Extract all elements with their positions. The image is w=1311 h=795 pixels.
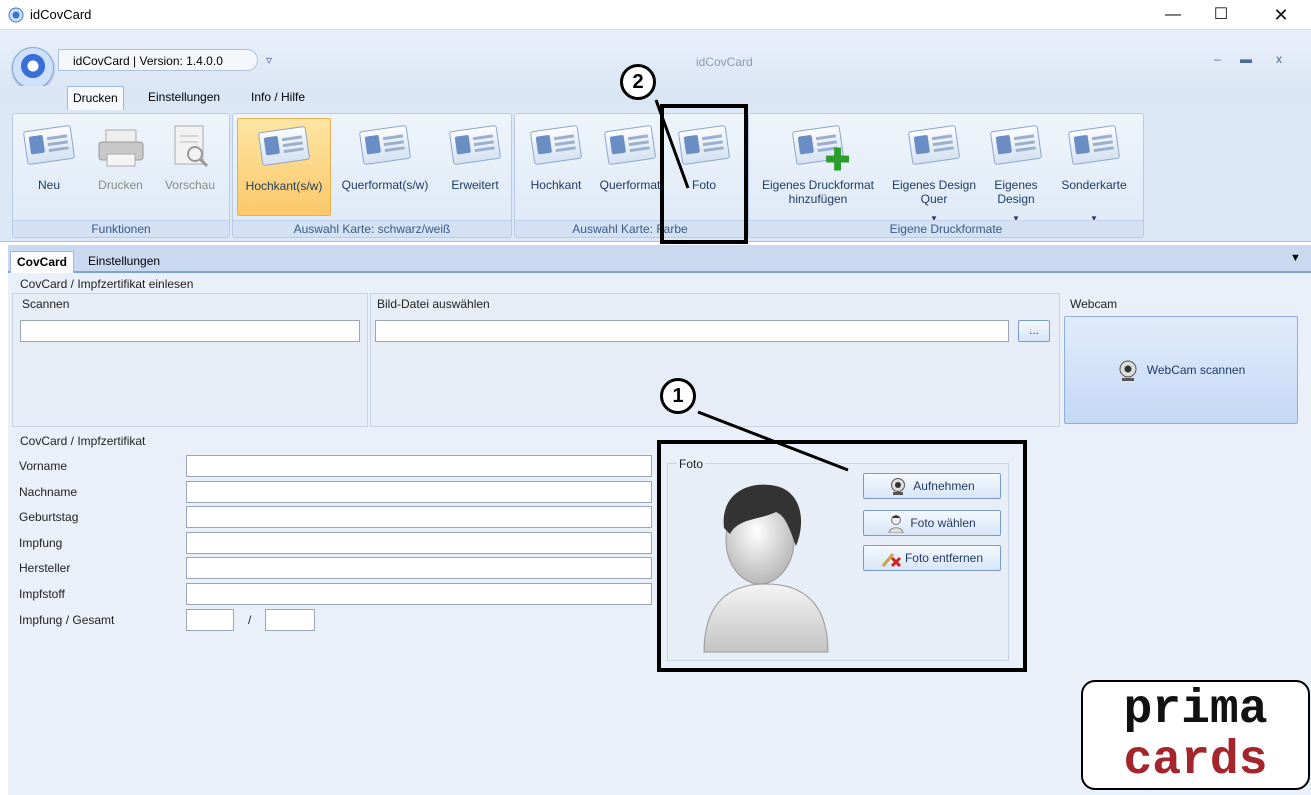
window-titlebar: idCovCard — ☐ ✕ [0, 0, 1311, 30]
impfung-input[interactable] [186, 532, 652, 554]
querformat-button[interactable]: Querformat [593, 118, 667, 216]
id-card-icon [257, 125, 311, 167]
document-tabbar: CovCard Einstellungen ▼ [8, 245, 1311, 273]
impfstoff-input[interactable] [186, 583, 652, 605]
logo-line-2: cards [1123, 734, 1268, 788]
id-card-icon [529, 124, 583, 166]
webcam-icon [1117, 360, 1139, 382]
impfung-nummer-input[interactable] [186, 609, 234, 631]
bild-datei-input[interactable] [375, 320, 1009, 342]
webcam-scannen-button[interactable]: WebCam scannen [1064, 316, 1298, 424]
preview-icon [174, 125, 209, 168]
qat-dropdown-icon[interactable]: ▿ [266, 53, 272, 67]
geburtstag-input[interactable] [186, 506, 652, 528]
printer-icon [98, 129, 143, 167]
hersteller-label: Hersteller [19, 561, 71, 575]
subtab-einstellungen[interactable]: Einstellungen [82, 251, 166, 273]
slash-separator: / [248, 613, 252, 627]
prima-cards-logo: prima cards [1081, 680, 1310, 790]
close-button[interactable]: ✕ [1258, 0, 1304, 30]
hersteller-input[interactable] [186, 557, 652, 579]
impfung-gesamt-input[interactable] [265, 609, 315, 631]
tab-einstellungen[interactable]: Einstellungen [143, 86, 225, 110]
version-label: idCovCard | Version: 1.4.0.0 [58, 49, 258, 71]
id-card-icon [448, 124, 502, 166]
plus-icon: ✚ [825, 144, 851, 177]
impfung-label: Impfung [19, 536, 63, 550]
einlesen-section-title: CovCard / Impfzertifikat einlesen [20, 277, 194, 291]
hochkant-sw-button[interactable]: Hochkant(s/w) [237, 118, 331, 216]
scannen-input[interactable] [20, 320, 360, 342]
eigenes-design-quer-button[interactable]: Eigenes Design Quer ▼ [887, 118, 981, 223]
geburtstag-label: Geburtstag [19, 510, 79, 524]
ribbon: Neu Drucken Vorschau Funktionen Hochkant… [0, 110, 1311, 242]
logo-line-1: prima [1123, 683, 1268, 737]
bild-datei-panel [370, 293, 1060, 427]
group-eigene-druckformate: ✚ Eigenes Druckformat hinzufügen Eigenes… [748, 113, 1144, 238]
scannen-panel [12, 293, 368, 427]
group-label-eigene: Eigene Druckformate [749, 220, 1143, 237]
drucken-button[interactable]: Drucken [83, 118, 158, 216]
group-label-sw: Auswahl Karte: schwarz/weiß [233, 220, 511, 237]
maximize-button[interactable]: ☐ [1198, 0, 1244, 30]
webcam-label: Webcam [1070, 297, 1118, 311]
vorschau-button[interactable]: Vorschau [155, 118, 225, 216]
id-card-icon [22, 124, 76, 166]
inner-restore-button[interactable]: ▬ [1240, 52, 1252, 66]
querformat-sw-button[interactable]: Querformat(s/w) [333, 118, 437, 216]
minimize-button[interactable]: — [1150, 0, 1196, 30]
browse-button[interactable]: ... [1018, 320, 1050, 342]
nachname-label: Nachname [19, 485, 78, 499]
vorname-input[interactable] [186, 455, 652, 477]
app-menu-orb[interactable] [12, 47, 54, 89]
window-title: idCovCard [30, 7, 92, 22]
form-section-title: CovCard / Impfzertifikat [20, 434, 146, 448]
annotation-marker-1: 1 [660, 378, 696, 414]
eigenes-druckformat-button[interactable]: ✚ Eigenes Druckformat hinzufügen [751, 118, 885, 216]
annotation-box-1 [657, 440, 1027, 672]
annotation-marker-2: 2 [620, 64, 656, 100]
group-auswahl-sw: Hochkant(s/w) Querformat(s/w) Erweitert … [232, 113, 512, 238]
id-card-icon [603, 124, 657, 166]
hochkant-button[interactable]: Hochkant [521, 118, 591, 216]
scannen-label: Scannen [22, 297, 70, 311]
erweitert-button[interactable]: Erweitert [441, 118, 509, 216]
neu-button[interactable]: Neu [19, 118, 79, 216]
impfung-gesamt-label: Impfung / Gesamt [19, 613, 115, 627]
impfstoff-label: Impfstoff [19, 587, 65, 601]
vorname-label: Vorname [19, 459, 68, 473]
ribbon-tabbar: Drucken Einstellungen Info / Hilfe [0, 86, 1311, 110]
id-card-icon [989, 124, 1043, 166]
inner-close-button[interactable]: x [1276, 52, 1282, 66]
nachname-input[interactable] [186, 481, 652, 503]
group-label-funktionen: Funktionen [13, 220, 229, 237]
id-card-icon [1067, 124, 1121, 166]
id-card-icon [358, 124, 412, 166]
tab-drucken[interactable]: Drucken [67, 86, 124, 110]
tab-dropdown-icon[interactable]: ▼ [1290, 252, 1301, 264]
sonderkarte-button[interactable]: Sonderkarte ▼ [1049, 118, 1139, 223]
bild-datei-label: Bild-Datei auswählen [377, 297, 490, 311]
tab-info-hilfe[interactable]: Info / Hilfe [246, 86, 310, 110]
annotation-box-2 [660, 104, 748, 244]
inner-minimize-button[interactable]: – [1214, 52, 1221, 66]
ribbon-center-title: idCovCard [696, 55, 753, 69]
subtab-covcard[interactable]: CovCard [10, 251, 75, 273]
app-logo-icon [8, 7, 24, 23]
eigenes-design-button[interactable]: Eigenes Design ▼ [987, 118, 1045, 223]
id-card-icon [907, 124, 961, 166]
group-funktionen: Neu Drucken Vorschau Funktionen [12, 113, 230, 238]
